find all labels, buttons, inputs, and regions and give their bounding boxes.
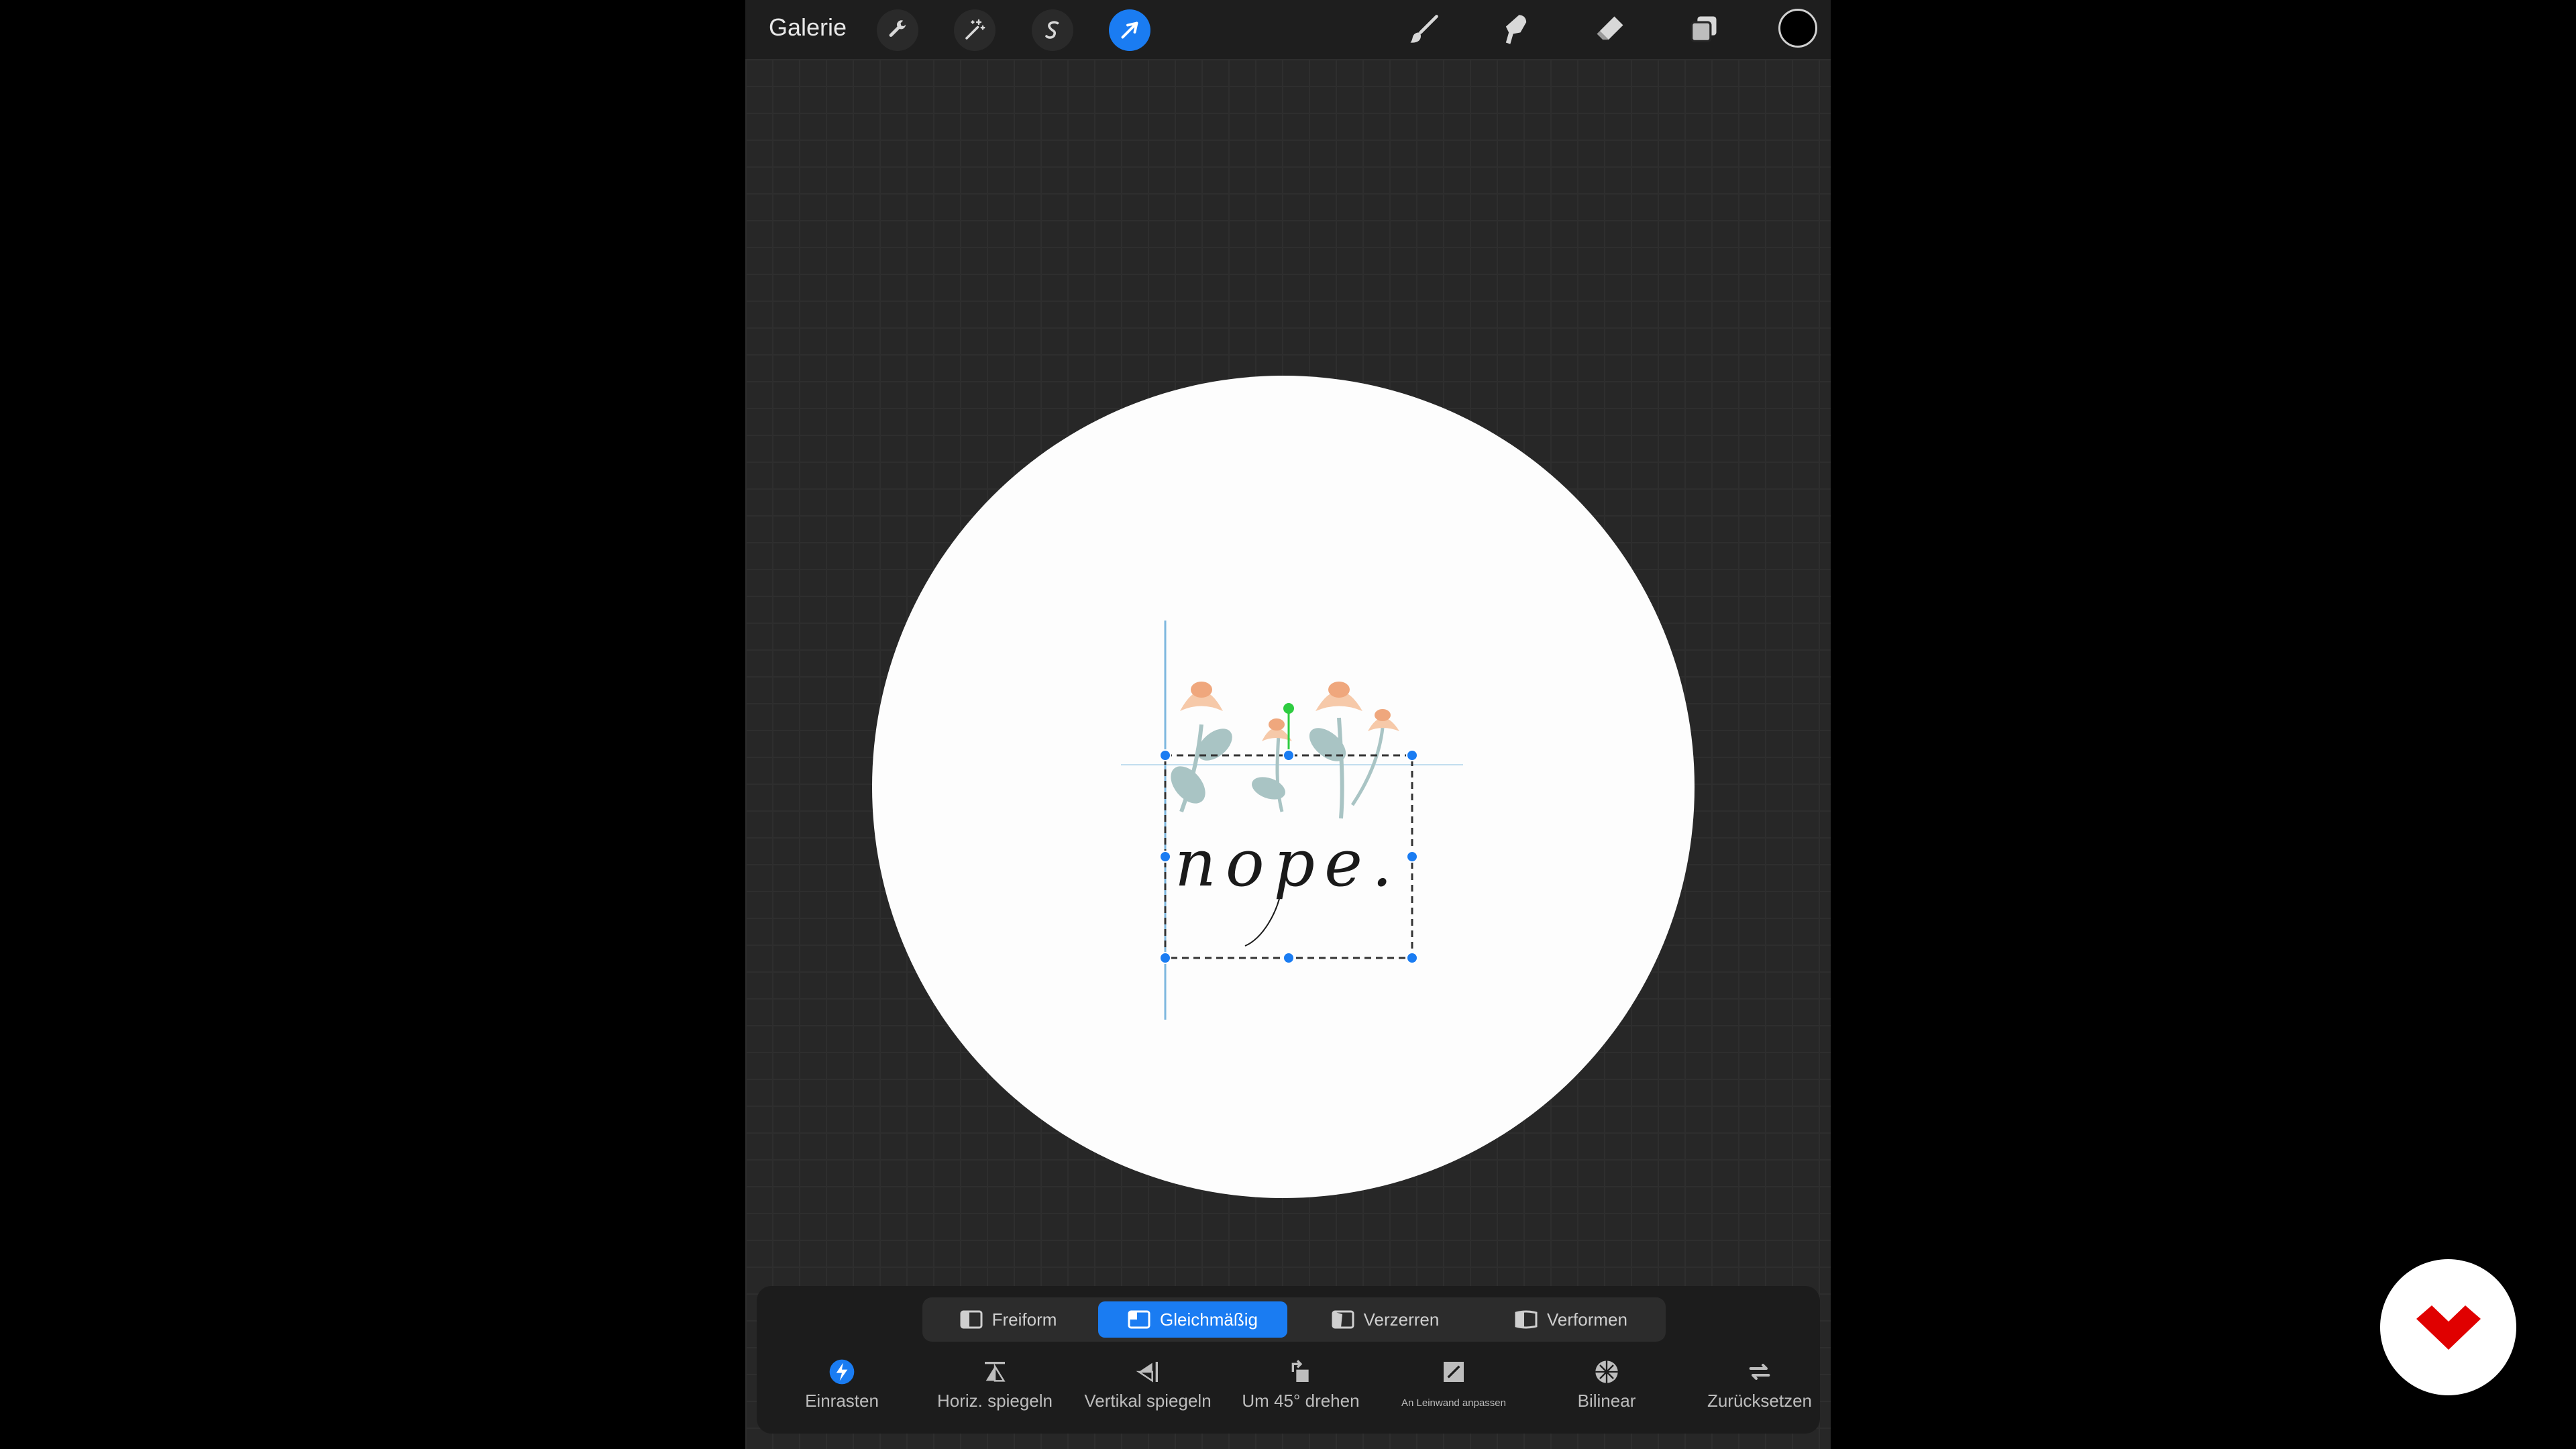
mode-freeform-label: Freiform bbox=[991, 1309, 1057, 1330]
rotate-icon bbox=[1291, 1360, 1309, 1382]
transform-panel: Freiform Gleichmäßig Verzerren Verformen… bbox=[757, 1286, 1820, 1434]
interpolation-label: Bilinear bbox=[1577, 1391, 1636, 1411]
mode-distort-button[interactable]: Verzerren bbox=[1298, 1301, 1472, 1338]
flip-vertical-label: Vertikal spiegeln bbox=[1084, 1391, 1212, 1411]
flip-vertical-button[interactable]: Vertikal spiegeln bbox=[1074, 1358, 1222, 1426]
gallery-button[interactable]: Galerie bbox=[769, 13, 847, 42]
warp-icon bbox=[1515, 1310, 1538, 1329]
resize-handle-bottom-right[interactable] bbox=[1406, 952, 1418, 964]
transform-mode-selector: Freiform Gleichmäßig Verzerren Verformen bbox=[922, 1297, 1666, 1342]
mode-freeform-button[interactable]: Freiform bbox=[928, 1301, 1089, 1338]
canvas-circle bbox=[872, 376, 1695, 1198]
flip-vertical-icon bbox=[1136, 1362, 1158, 1383]
flip-horizontal-button[interactable]: Horiz. spiegeln bbox=[921, 1358, 1069, 1426]
brush-icon[interactable] bbox=[1402, 8, 1445, 51]
snap-label: Einrasten bbox=[805, 1391, 879, 1411]
distort-icon bbox=[1332, 1310, 1354, 1329]
reset-label: Zurücksetzen bbox=[1707, 1391, 1813, 1411]
resize-handle-left[interactable] bbox=[1159, 851, 1171, 863]
mode-uniform-button[interactable]: Gleichmäßig bbox=[1098, 1301, 1287, 1338]
uniform-icon bbox=[1128, 1310, 1150, 1329]
snap-icon bbox=[829, 1359, 855, 1385]
brand-logo-icon bbox=[2416, 1305, 2481, 1350]
fit-canvas-icon bbox=[1444, 1362, 1464, 1382]
freeform-icon bbox=[960, 1310, 983, 1329]
resize-handle-bottom[interactable] bbox=[1283, 952, 1295, 964]
smudge-icon[interactable] bbox=[1495, 8, 1538, 51]
rotate-45-label: Um 45° drehen bbox=[1242, 1391, 1360, 1411]
rotation-handle[interactable] bbox=[1283, 703, 1294, 714]
mode-distort-label: Verzerren bbox=[1363, 1309, 1440, 1330]
wrench-icon[interactable] bbox=[877, 9, 918, 51]
resize-handle-bottom-left[interactable] bbox=[1159, 952, 1171, 964]
rotate-45-button[interactable]: Um 45° drehen bbox=[1227, 1358, 1375, 1426]
mode-uniform-label: Gleichmäßig bbox=[1160, 1309, 1258, 1330]
eraser-icon[interactable] bbox=[1589, 8, 1631, 51]
mode-warp-label: Verformen bbox=[1547, 1309, 1627, 1330]
interpolation-button[interactable]: Bilinear bbox=[1533, 1358, 1680, 1426]
flip-horizontal-icon bbox=[985, 1362, 1006, 1382]
fit-to-canvas-label: An Leinwand anpassen bbox=[1401, 1397, 1506, 1409]
interpolation-icon bbox=[1595, 1360, 1618, 1383]
resize-handle-right[interactable] bbox=[1406, 851, 1418, 863]
brand-logo bbox=[2380, 1259, 2516, 1395]
magic-wand-icon[interactable] bbox=[954, 9, 996, 51]
transform-arrow-icon[interactable] bbox=[1109, 9, 1150, 51]
selection-icon[interactable] bbox=[1032, 9, 1073, 51]
resize-handle-top[interactable] bbox=[1283, 749, 1295, 761]
snap-button[interactable]: Einrasten bbox=[768, 1358, 916, 1426]
resize-handle-top-left[interactable] bbox=[1159, 749, 1171, 761]
reset-icon bbox=[1749, 1364, 1770, 1380]
top-toolbar: Galerie bbox=[745, 0, 1831, 59]
fit-to-canvas-button[interactable]: An Leinwand anpassen bbox=[1380, 1358, 1527, 1426]
layers-icon[interactable] bbox=[1682, 8, 1725, 51]
mode-warp-button[interactable]: Verformen bbox=[1482, 1301, 1660, 1338]
flip-horizontal-label: Horiz. spiegeln bbox=[937, 1391, 1053, 1411]
procreate-app: Galerie nope. Freiform Gleichmäßig Verze… bbox=[745, 0, 1831, 1449]
resize-handle-top-right[interactable] bbox=[1406, 749, 1418, 761]
color-picker-swatch[interactable] bbox=[1778, 9, 1817, 48]
reset-button[interactable]: Zurücksetzen bbox=[1686, 1358, 1831, 1426]
